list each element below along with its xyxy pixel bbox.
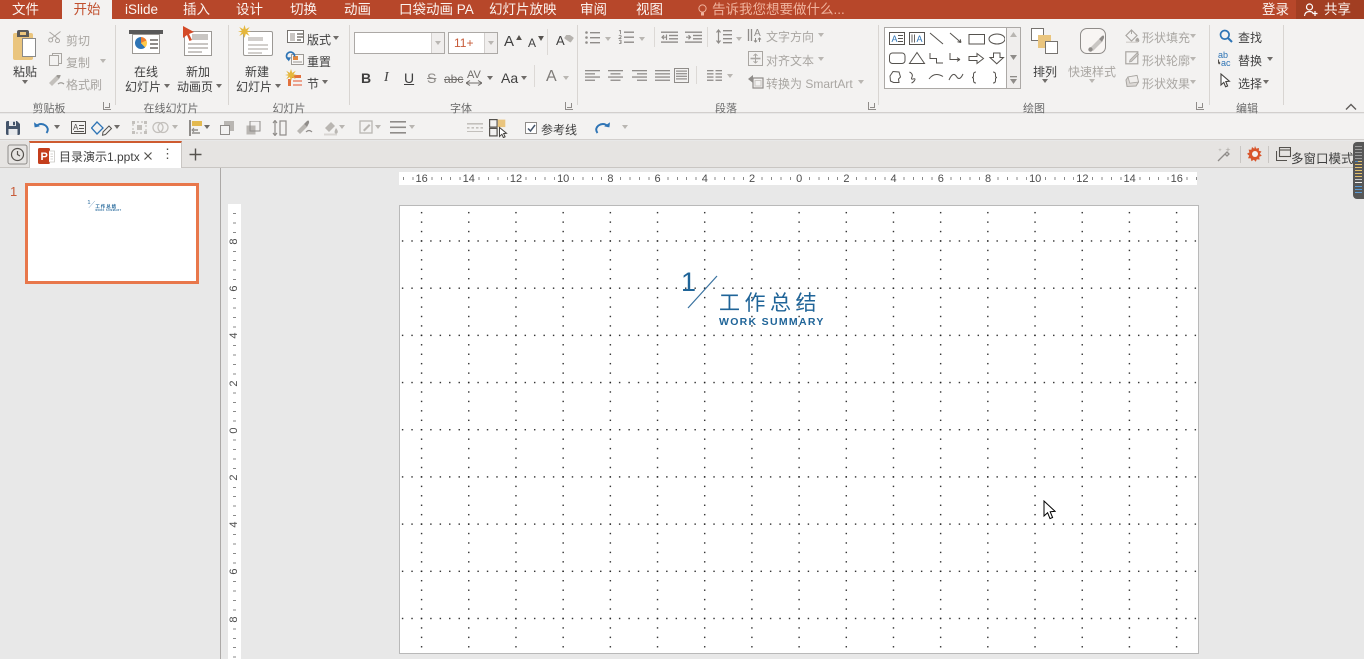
svg-text:A: A — [754, 28, 761, 39]
svg-text:A: A — [892, 34, 898, 44]
svg-text:ac: ac — [1221, 58, 1231, 67]
svg-text:A: A — [917, 34, 923, 44]
svg-text:P: P — [41, 151, 48, 163]
